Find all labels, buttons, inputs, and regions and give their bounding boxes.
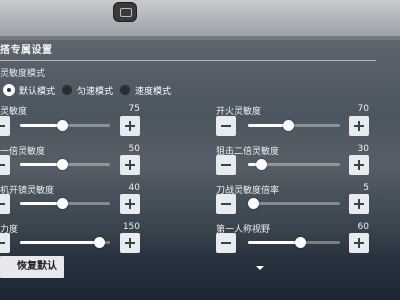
right-row-value: 30 (357, 144, 369, 154)
right-row-value: 5 (363, 183, 369, 193)
slider-fill (20, 124, 62, 127)
radio-icon[interactable] (119, 84, 131, 96)
decrease-button[interactable] (0, 116, 10, 136)
slider-fill (20, 202, 62, 205)
slider-fill (20, 163, 62, 166)
decrease-button[interactable] (0, 233, 10, 253)
radio-selected-icon[interactable] (3, 84, 15, 96)
slider-track[interactable] (248, 198, 340, 209)
mode-default[interactable]: 默认模式 (3, 83, 55, 97)
background-sky (0, 0, 400, 40)
slider-fill (248, 124, 288, 127)
page-title: 搭专属设置 (0, 45, 53, 56)
mode-uniform[interactable]: 匀速模式 (61, 83, 113, 97)
mode-default-label: 默认模式 (19, 86, 56, 97)
increase-button[interactable] (349, 194, 369, 214)
slider-handle[interactable] (295, 237, 306, 248)
slider-track[interactable] (20, 120, 110, 131)
slider-track[interactable] (20, 198, 110, 209)
increase-button[interactable] (120, 116, 140, 136)
slider-track[interactable] (248, 159, 340, 170)
slider-track[interactable] (248, 120, 340, 131)
slider-handle[interactable] (57, 198, 68, 209)
decrease-button[interactable] (0, 194, 10, 214)
increase-button[interactable] (120, 194, 140, 214)
decrease-button[interactable] (216, 194, 236, 214)
slider-handle[interactable] (283, 120, 294, 131)
increase-button[interactable] (349, 116, 369, 136)
slider-handle[interactable] (94, 237, 105, 248)
decrease-button[interactable] (0, 155, 10, 175)
reset-default-button[interactable]: 恢复默认 (0, 256, 64, 278)
increase-button[interactable] (349, 155, 369, 175)
radio-icon[interactable] (61, 84, 73, 96)
slider-handle[interactable] (256, 159, 267, 170)
mode-speed[interactable]: 速度模式 (119, 83, 171, 97)
slider-track[interactable] (248, 237, 340, 248)
increase-button[interactable] (120, 233, 140, 253)
mode-uniform-label: 匀速模式 (77, 86, 114, 97)
left-row-value: 40 (128, 183, 140, 193)
mode-speed-label: 速度模式 (135, 86, 172, 97)
slider-handle[interactable] (57, 159, 68, 170)
menu-icon[interactable] (113, 2, 137, 22)
slider-handle[interactable] (248, 198, 259, 209)
chevron-down-icon[interactable] (256, 266, 264, 270)
right-row-value: 60 (357, 222, 369, 232)
decrease-button[interactable] (216, 155, 236, 175)
left-row-value: 150 (122, 222, 140, 232)
divider (0, 60, 376, 61)
decrease-button[interactable] (216, 233, 236, 253)
mode-label: 灵敏度模式 (0, 69, 46, 79)
slider-handle[interactable] (57, 120, 68, 131)
decrease-button[interactable] (216, 116, 236, 136)
slider-fill (248, 241, 300, 244)
slider-fill (20, 241, 99, 244)
slider-track[interactable] (20, 159, 110, 170)
left-row-value: 75 (128, 104, 140, 114)
increase-button[interactable] (349, 233, 369, 253)
increase-button[interactable] (120, 155, 140, 175)
slider-track[interactable] (20, 237, 110, 248)
right-row-value: 70 (357, 104, 369, 114)
left-row-value: 50 (128, 144, 140, 154)
